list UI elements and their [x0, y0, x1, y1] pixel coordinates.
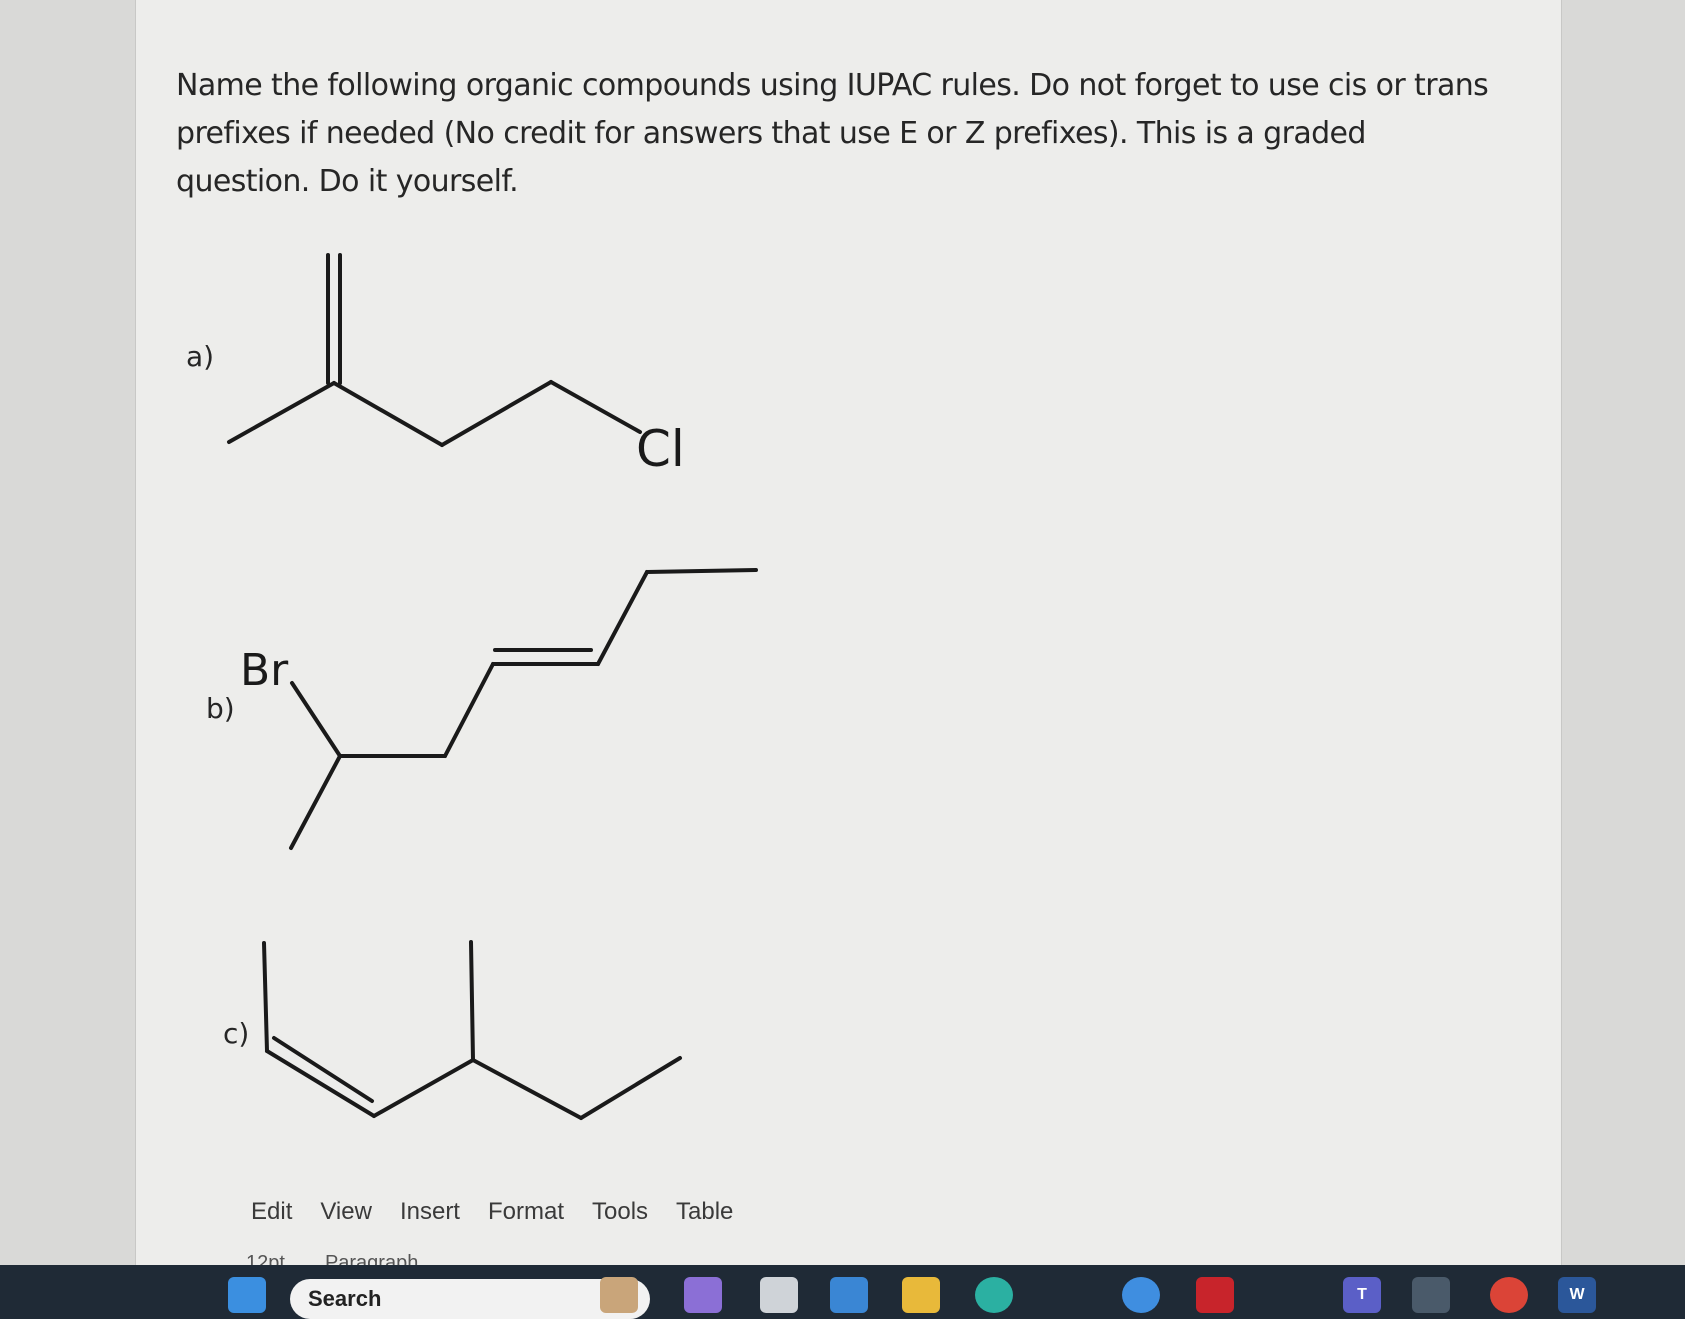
teams-icon[interactable]: T — [1343, 1277, 1381, 1313]
chrome-browser-icon[interactable] — [1490, 1277, 1528, 1313]
edge-browser-icon[interactable] — [975, 1277, 1013, 1313]
menu-insert[interactable]: Insert — [400, 1198, 460, 1234]
editor-menubar: Edit View Insert Format Tools Table — [251, 1198, 733, 1234]
teams-label: T — [1357, 1286, 1367, 1303]
structures-canvas: Cl Br — [227, 253, 758, 1120]
menu-table[interactable]: Table — [676, 1198, 733, 1234]
compound-b-structure — [289, 568, 758, 850]
bromine-atom-label: Br — [240, 645, 289, 696]
help-icon[interactable] — [1122, 1277, 1160, 1313]
taskbar-search-label: Search — [308, 1286, 382, 1311]
word-icon[interactable]: W — [1558, 1277, 1596, 1313]
menu-tools[interactable]: Tools — [592, 1198, 648, 1234]
windows-taskbar: Search T W — [0, 1265, 1685, 1319]
mcafee-icon[interactable] — [1196, 1277, 1234, 1313]
menu-edit[interactable]: Edit — [251, 1198, 292, 1234]
menu-view[interactable]: View — [320, 1198, 372, 1234]
mail-icon[interactable] — [830, 1277, 868, 1313]
taskbar-search-box[interactable]: Search — [290, 1279, 650, 1319]
copilot-icon[interactable] — [684, 1277, 722, 1313]
assignment-page: Name the following organic compounds usi… — [135, 0, 1562, 1268]
compound-c-structure — [262, 940, 682, 1120]
widget-icon[interactable] — [600, 1277, 638, 1313]
chlorine-atom-label: Cl — [636, 420, 685, 478]
windows-start-icon[interactable] — [228, 1277, 266, 1313]
menu-format[interactable]: Format — [488, 1198, 564, 1234]
word-label: W — [1569, 1286, 1585, 1303]
file-explorer-icon[interactable] — [902, 1277, 940, 1313]
compound-a-structure — [227, 253, 642, 447]
task-view-icon[interactable] — [760, 1277, 798, 1313]
app-icon[interactable] — [1412, 1277, 1450, 1313]
